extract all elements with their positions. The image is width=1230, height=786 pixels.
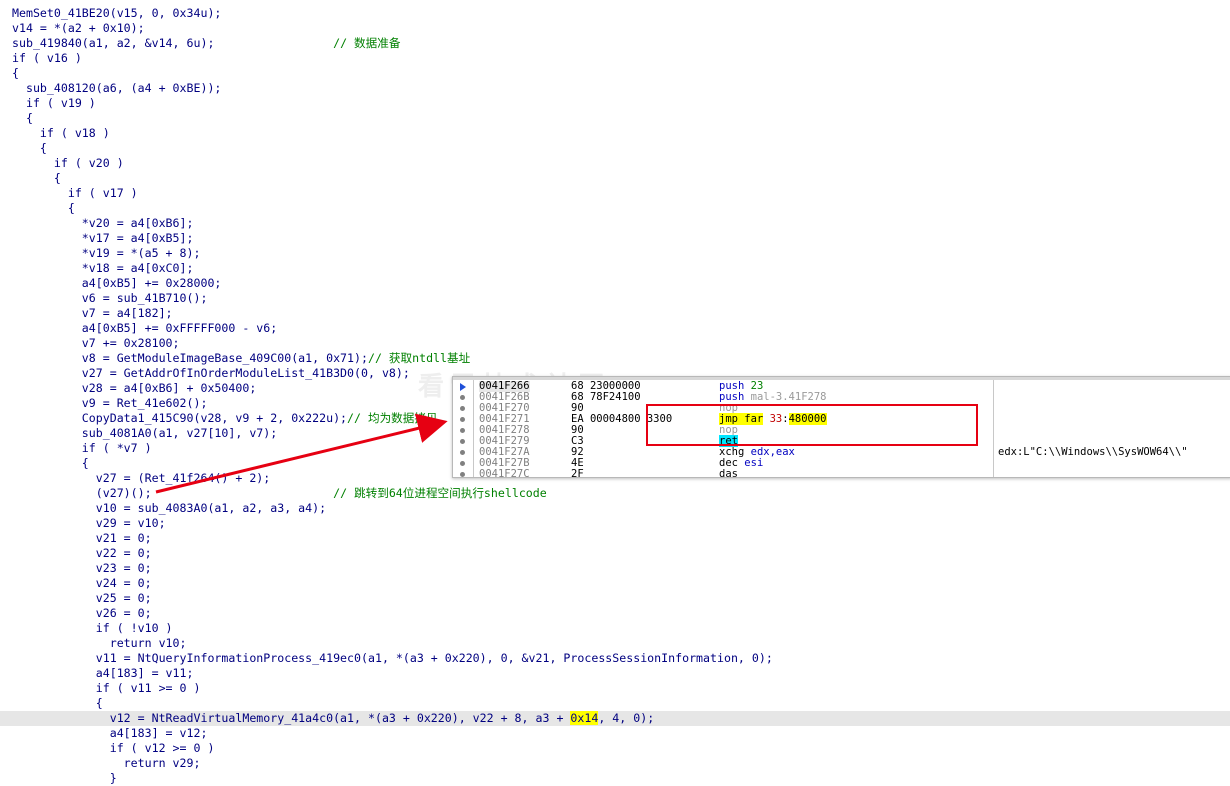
- annotation-arrow: [155, 413, 448, 494]
